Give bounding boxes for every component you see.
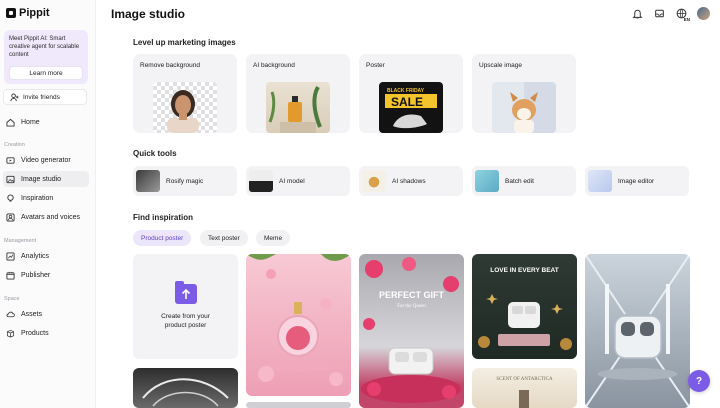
add-user-icon xyxy=(10,92,19,102)
tool-label: Image editor xyxy=(618,177,655,185)
rosify-thumbnail xyxy=(136,170,160,192)
ai-model-thumbnail xyxy=(249,170,273,192)
analytics-icon xyxy=(6,251,15,261)
card-label: Upscale image xyxy=(479,62,522,69)
perfect-gift-text: PERFECT GIFT xyxy=(379,290,445,300)
card-label: AI background xyxy=(253,62,295,69)
sidebar-item-assets[interactable]: Assets xyxy=(3,306,89,322)
sidebar-item-label: Image studio xyxy=(21,175,62,183)
avatar-icon xyxy=(6,212,15,222)
home-icon xyxy=(6,118,15,127)
header-actions: EN xyxy=(631,7,710,22)
poster-thumbnail-line2: SALE xyxy=(391,95,423,109)
box-icon xyxy=(6,329,15,338)
poster-card[interactable]: Poster BLACK FRIDAY SALE xyxy=(359,54,463,133)
upscale-thumbnail xyxy=(492,82,556,133)
sidebar-item-publisher[interactable]: Publisher xyxy=(3,267,89,283)
cloud-icon xyxy=(6,310,15,319)
section-label-space: Space xyxy=(4,296,20,302)
card-label: Poster xyxy=(366,62,385,69)
video-icon xyxy=(6,156,15,165)
tab-meme[interactable]: Meme xyxy=(256,230,291,246)
ai-background-card[interactable]: AI background xyxy=(246,54,350,133)
card-label: Remove background xyxy=(140,62,200,69)
remove-background-card[interactable]: Remove background xyxy=(133,54,237,133)
tool-ai-model[interactable]: AI model xyxy=(246,166,350,196)
invite-friends-label: Invite friends xyxy=(23,93,60,101)
sidebar-item-label: Products xyxy=(21,329,49,337)
tab-product-poster[interactable]: Product poster xyxy=(133,230,192,246)
section-label-management: Management xyxy=(4,238,37,244)
tool-batch-edit[interactable]: Batch edit xyxy=(472,166,576,196)
tool-label: Rosify magic xyxy=(166,177,204,185)
section-label-creation: Creation xyxy=(4,142,25,148)
sidebar-item-products[interactable]: Products xyxy=(3,325,89,341)
help-button[interactable]: ? xyxy=(688,370,710,392)
tool-label: Batch edit xyxy=(505,177,534,185)
promo-text: Meet Pippit AI: Smart creative agent for… xyxy=(9,36,80,58)
help-icon: ? xyxy=(695,375,703,387)
sidebar-item-home[interactable]: Home xyxy=(3,114,89,130)
app-logo[interactable]: Pippit xyxy=(6,7,50,19)
poster-thumbnail: BLACK FRIDAY SALE xyxy=(379,82,443,133)
scent-text: SCENT OF ANTARCTICA xyxy=(496,377,553,382)
tool-ai-shadows[interactable]: AI shadows xyxy=(359,166,463,196)
inspiration-tile-perfume[interactable] xyxy=(246,254,351,396)
tab-text-poster[interactable]: Text poster xyxy=(200,230,248,246)
language-code: EN xyxy=(683,16,690,22)
batch-edit-thumbnail xyxy=(475,170,499,192)
upscale-image-card[interactable]: Upscale image xyxy=(472,54,576,133)
sidebar-item-label: Home xyxy=(21,118,40,126)
image-icon xyxy=(6,175,15,184)
inspiration-tile-perfect-gift[interactable]: PERFECT GIFT For the Queen xyxy=(359,254,464,408)
inspiration-tile-scent[interactable]: SCENT OF ANTARCTICA xyxy=(472,368,577,408)
learn-more-button[interactable]: Learn more xyxy=(9,66,83,80)
image-editor-thumbnail xyxy=(588,170,612,192)
sidebar-item-label: Assets xyxy=(21,310,43,318)
language-icon[interactable]: EN xyxy=(675,8,690,22)
create-poster-text: Create from your product poster xyxy=(161,312,210,329)
ai-background-thumbnail xyxy=(266,82,330,133)
inspiration-tile-partial[interactable] xyxy=(246,402,351,408)
page-title: Image studio xyxy=(111,7,186,21)
sidebar-item-label: Avatars and voices xyxy=(21,213,81,221)
bulb-icon xyxy=(6,193,15,203)
poster-thumbnail-line1: BLACK FRIDAY xyxy=(387,88,425,94)
bell-icon[interactable] xyxy=(631,8,643,20)
inspiration-tile-dark[interactable] xyxy=(133,368,238,408)
invite-friends-button[interactable]: Invite friends xyxy=(3,89,87,105)
find-inspiration-title: Find inspiration xyxy=(133,213,193,222)
sidebar-item-label: Video generator xyxy=(21,156,71,164)
remove-bg-thumbnail xyxy=(153,82,217,133)
create-poster-tile[interactable]: Create from your product poster xyxy=(133,254,238,359)
sidebar: Pippit Meet Pippit AI: Smart creative ag… xyxy=(0,0,96,408)
quick-tools-title: Quick tools xyxy=(133,149,177,158)
sidebar-item-label: Analytics xyxy=(21,252,50,260)
sidebar-item-label: Inspiration xyxy=(21,194,54,202)
tool-label: AI shadows xyxy=(392,177,426,185)
love-beat-text: LOVE IN EVERY BEAT xyxy=(490,267,559,274)
inspiration-tile-love-beat[interactable]: LOVE IN EVERY BEAT xyxy=(472,254,577,359)
calendar-icon xyxy=(6,271,15,280)
upload-folder-icon xyxy=(174,280,197,304)
tool-label: AI model xyxy=(279,177,305,185)
sidebar-item-avatars-voices[interactable]: Avatars and voices xyxy=(3,209,89,225)
for-queen-text: For the Queen xyxy=(397,304,426,309)
level-up-title: Level up marketing images xyxy=(133,38,236,47)
ai-shadows-thumbnail xyxy=(362,170,386,192)
app-name: Pippit xyxy=(19,7,50,19)
pippit-logo-icon xyxy=(6,8,16,18)
avatar[interactable] xyxy=(697,7,710,20)
promo-card: Meet Pippit AI: Smart creative agent for… xyxy=(4,30,88,84)
sidebar-item-label: Publisher xyxy=(21,271,51,279)
sidebar-item-image-studio[interactable]: Image studio xyxy=(3,171,89,187)
tool-rosify-magic[interactable]: Rosify magic xyxy=(133,166,237,196)
tool-image-editor[interactable]: Image editor xyxy=(585,166,689,196)
inspiration-tile-earbuds-chrome[interactable] xyxy=(585,254,690,408)
sidebar-item-analytics[interactable]: Analytics xyxy=(3,248,89,264)
sidebar-item-inspiration[interactable]: Inspiration xyxy=(3,190,89,206)
inbox-icon[interactable] xyxy=(653,8,665,20)
sidebar-item-video-generator[interactable]: Video generator xyxy=(3,152,89,168)
